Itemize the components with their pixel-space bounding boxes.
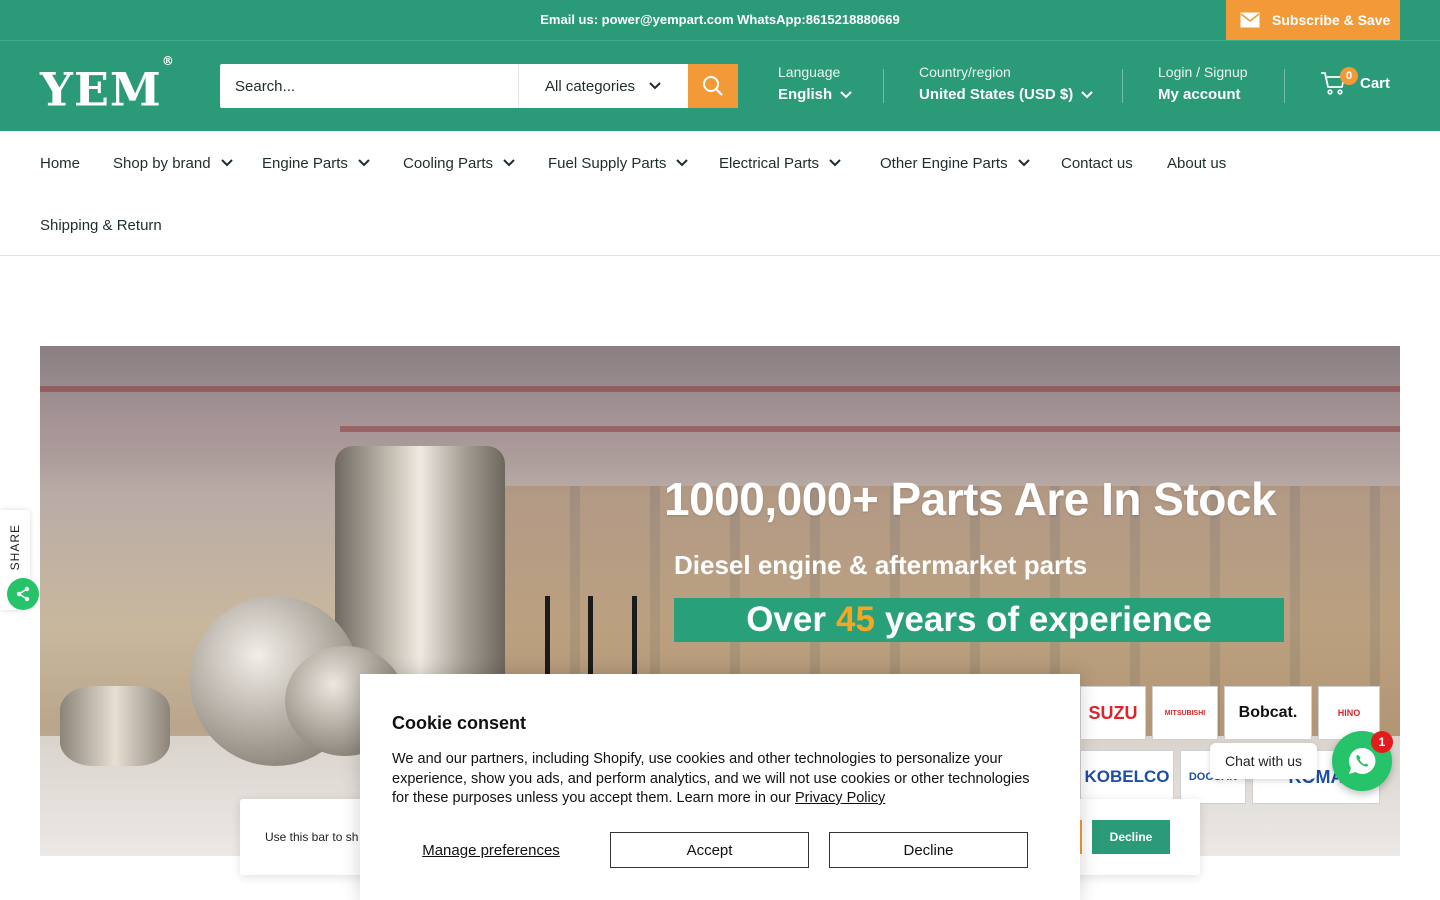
nav-item-cooling-parts[interactable]: Cooling Parts (403, 153, 515, 173)
nav-item-home[interactable]: Home (40, 153, 80, 173)
chevron-down-icon (358, 159, 370, 167)
chat-notification-badge: 1 (1371, 731, 1393, 753)
nav-item-label: Home (40, 154, 81, 172)
language-value: English (778, 86, 833, 103)
site-header: YEM® All categories Language English Cou… (0, 41, 1440, 131)
chevron-down-icon (676, 159, 689, 167)
nav-item-label: Other Engine Parts (880, 154, 1008, 172)
nav-item-contact-us[interactable]: Contact us (1061, 153, 1133, 173)
manage-preferences-button[interactable]: Manage preferences (392, 832, 590, 868)
brand-logo: SUZU (1080, 686, 1146, 740)
band-post: years of experience (884, 600, 1212, 639)
header-divider (883, 69, 884, 103)
category-label: All categories (545, 77, 636, 95)
cart-link[interactable]: 0 Cart (1320, 67, 1391, 95)
language-label: Language (778, 64, 841, 80)
nav-item-label: Fuel Supply Parts (548, 154, 667, 172)
nav-item-shop-by-brand[interactable]: Shop by brand (113, 153, 233, 173)
nav-item-electrical-parts[interactable]: Electrical Parts (719, 153, 841, 173)
chevron-down-icon (829, 159, 841, 167)
subscribe-button[interactable]: Subscribe & Save (1226, 0, 1400, 40)
site-logo[interactable]: YEM® (40, 54, 175, 113)
announcement-text: Email us: power@yempart.com WhatsApp:861… (540, 12, 900, 27)
search-icon (703, 76, 723, 96)
chevron-down-icon (840, 90, 852, 98)
header-divider (1122, 69, 1123, 103)
registered-mark: ® (161, 54, 175, 68)
search-bar: All categories (220, 64, 738, 108)
cookie-body: We and our partners, including Shopify, … (392, 750, 1048, 809)
main-navigation: Home Shop by brand Engine Parts Cooling … (0, 131, 1440, 256)
nav-item-label: Contact us (1061, 154, 1133, 172)
share-label: SHARE (8, 524, 22, 571)
chevron-down-icon (1017, 159, 1030, 167)
search-button[interactable] (688, 64, 738, 108)
nav-item-other-engine-parts[interactable]: Other Engine Parts (880, 153, 1030, 173)
chevron-down-icon (1081, 90, 1093, 98)
cart-label: Cart (1360, 74, 1391, 92)
privacy-bar-decline-button[interactable]: Decline (1092, 820, 1170, 854)
share-tab[interactable]: SHARE (0, 510, 39, 610)
band-accent: 45 (835, 600, 875, 639)
brand-logo: Bobcat. (1224, 686, 1312, 740)
brand-logo: MITSUBISHI (1152, 686, 1218, 740)
nav-item-label: Cooling Parts (403, 154, 494, 172)
category-select[interactable]: All categories (518, 64, 688, 108)
chevron-down-icon (503, 159, 515, 167)
decline-button[interactable]: Decline (829, 832, 1028, 868)
hero-subline: Diesel engine & aftermarket parts (674, 550, 1088, 580)
country-value: United States (USD $) (919, 86, 1074, 103)
country-selector[interactable]: Country/region United States (USD $) (919, 64, 1093, 103)
envelope-icon (1240, 12, 1260, 28)
country-label: Country/region (919, 64, 1011, 80)
privacy-bar-text: Use this bar to sh (265, 830, 359, 844)
share-icon[interactable] (7, 578, 39, 610)
nav-item-label: Shop by brand (113, 154, 211, 172)
cookie-consent-dialog: Cookie consent We and our partners, incl… (360, 674, 1080, 900)
hero-headline: 1000,000+ Parts Are In Stock (664, 473, 1277, 525)
privacy-policy-link[interactable]: Privacy Policy (795, 790, 885, 806)
band-pre: Over (746, 600, 826, 639)
subscribe-label: Subscribe & Save (1272, 12, 1391, 28)
brand-logo: KOBELCO (1080, 750, 1174, 804)
nav-item-shipping-return[interactable]: Shipping & Return (40, 215, 162, 235)
account-label: My account (1158, 86, 1241, 103)
language-selector[interactable]: Language English (778, 64, 852, 103)
roof-beam (340, 426, 1400, 432)
nav-item-label: Engine Parts (262, 154, 348, 172)
chevron-down-icon (649, 82, 661, 90)
warehouse-roof (40, 346, 1400, 486)
nav-item-engine-parts[interactable]: Engine Parts (262, 153, 370, 173)
chat-label[interactable]: Chat with us (1210, 743, 1317, 779)
roof-beam (40, 386, 1400, 392)
cart-count-badge: 0 (1340, 67, 1358, 85)
logo-text: YEM (40, 62, 162, 117)
header-divider (1284, 69, 1285, 103)
nav-item-label: Shipping & Return (40, 216, 162, 234)
nav-item-label: About us (1167, 154, 1227, 172)
nav-item-label: Electrical Parts (719, 154, 820, 172)
search-input[interactable] (220, 64, 520, 108)
account-link[interactable]: Login / Signup My account (1158, 64, 1248, 103)
announcement-bar: Email us: power@yempart.com WhatsApp:861… (0, 0, 1440, 41)
bushing-image (60, 686, 170, 766)
cookie-title: Cookie consent (392, 713, 527, 733)
login-label: Login / Signup (1158, 64, 1248, 80)
hero-experience-band: Over 45 years of experience (674, 598, 1284, 642)
chevron-down-icon (220, 159, 233, 167)
cookie-body-text: We and our partners, including Shopify, … (392, 751, 1030, 806)
accept-button[interactable]: Accept (610, 832, 809, 868)
nav-item-about-us[interactable]: About us (1167, 153, 1226, 173)
whatsapp-icon (1348, 747, 1376, 774)
nav-item-fuel-supply-parts[interactable]: Fuel Supply Parts (548, 153, 689, 173)
